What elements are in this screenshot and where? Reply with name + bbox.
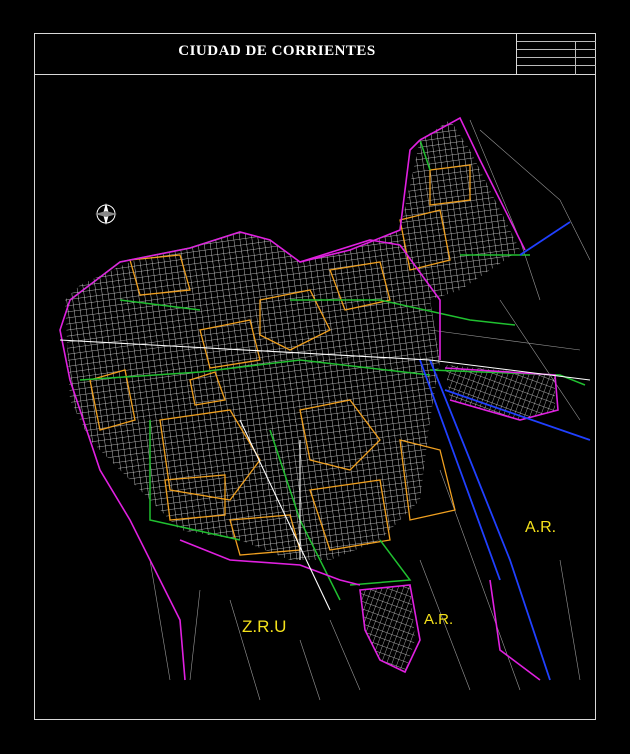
city-map bbox=[59, 116, 591, 701]
zone-label-zru: Z.R.U bbox=[242, 617, 287, 636]
zone-label-ar-right: A.R. bbox=[525, 519, 557, 536]
north-arrow-icon bbox=[95, 203, 117, 225]
urban-fabric bbox=[65, 120, 555, 672]
zone-label-ar-center: A.R. bbox=[424, 611, 454, 628]
